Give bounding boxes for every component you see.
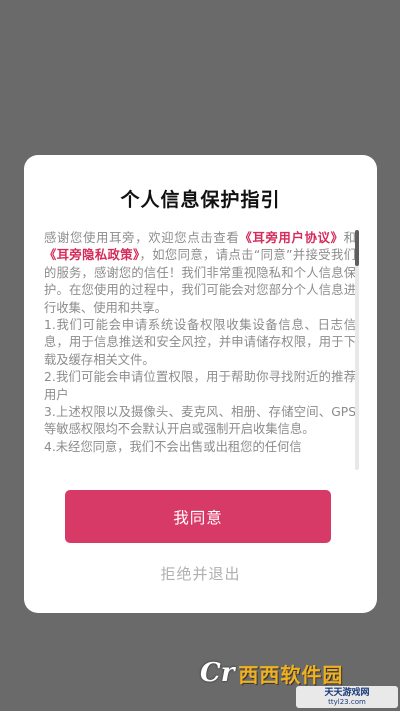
intro-paragraph: 感谢您使用耳旁，欢迎您点击查看《耳旁用户协议》和《耳旁隐私政策》，如您同意，请点… bbox=[44, 230, 356, 317]
policy-item-3: 3.上述权限以及摄像头、麦克风、相册、存储空间、GPS等敏感权限均不会默认开启或… bbox=[44, 405, 356, 437]
privacy-dialog: 个人信息保护指引 感谢您使用耳旁，欢迎您点击查看《耳旁用户协议》和《耳旁隐私政策… bbox=[24, 155, 377, 613]
user-agreement-link[interactable]: 《耳旁用户协议》 bbox=[239, 231, 343, 245]
watermark-logo-mark: Cr bbox=[200, 658, 235, 688]
policy-item-4: 4.未经您同意，我们不会出售或出租您的任何信 bbox=[44, 439, 302, 454]
policy-content[interactable]: 感谢您使用耳旁，欢迎您点击查看《耳旁用户协议》和《耳旁隐私政策》，如您同意，请点… bbox=[44, 230, 356, 472]
policy-item-1: 1.我们可能会申请系统设备权限收集设备信息、日志信息，用于信息推送和安全风控，并… bbox=[44, 318, 356, 367]
watermark-site-url: ttyl23.com bbox=[328, 698, 366, 706]
policy-item-2: 2.我们可能会申请位置权限，用于帮助你寻找附近的推荐用户 bbox=[44, 370, 356, 402]
reject-and-exit-button[interactable]: 拒绝并退出 bbox=[24, 563, 377, 584]
intro-text-a: 感谢您使用耳旁，欢迎您点击查看 bbox=[44, 231, 240, 245]
agree-button[interactable]: 我同意 bbox=[65, 490, 331, 543]
watermark-site-name: 天天游戏网 bbox=[324, 688, 370, 698]
scrollbar-thumb[interactable] bbox=[355, 230, 359, 266]
status-bar bbox=[0, 0, 400, 24]
content-scrollbar[interactable] bbox=[355, 230, 359, 470]
watermark-site-badge: 天天游戏网 ttyl23.com bbox=[296, 686, 398, 708]
watermark-logo-text: 西西软件园 bbox=[238, 662, 344, 687]
privacy-policy-link[interactable]: 《耳旁隐私政策》 bbox=[44, 248, 140, 262]
dialog-title: 个人信息保护指引 bbox=[120, 189, 281, 211]
watermark-logo: Cr 西西软件园 bbox=[200, 656, 375, 690]
